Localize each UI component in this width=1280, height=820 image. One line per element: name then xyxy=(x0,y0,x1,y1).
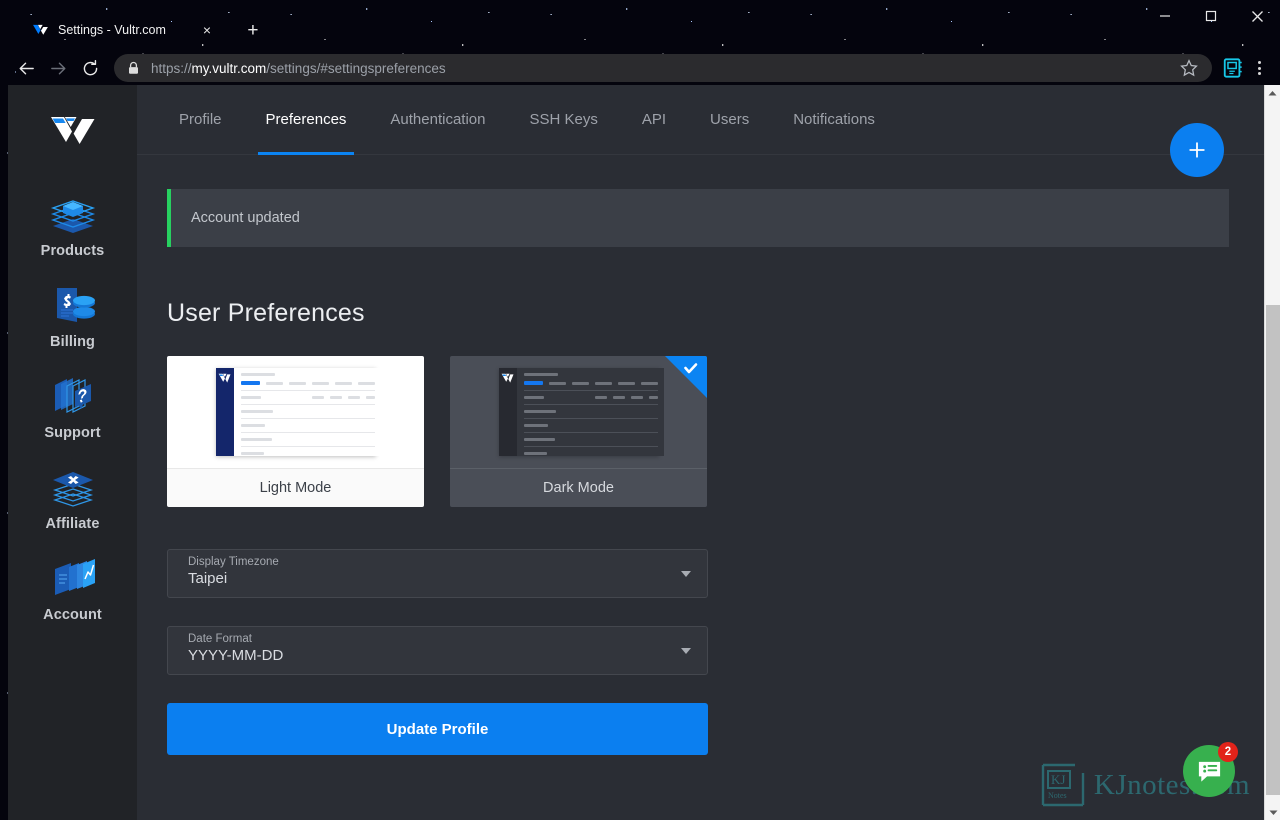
preferences-content: Account updated User Preferences Light M… xyxy=(137,155,1272,755)
theme-card-light-mode[interactable]: Light Mode xyxy=(167,356,424,507)
sidebar-item-label: Support xyxy=(44,425,101,441)
tab-profile[interactable]: Profile xyxy=(157,85,244,155)
scroll-down-arrow[interactable] xyxy=(1265,804,1280,820)
forward-button[interactable] xyxy=(42,52,74,84)
kebab-menu-icon[interactable] xyxy=(1248,61,1270,75)
scrollbar-thumb[interactable] xyxy=(1266,305,1280,795)
tab-notifications[interactable]: Notifications xyxy=(771,85,897,155)
sidebar-item-affiliate[interactable]: Affiliate xyxy=(8,453,137,544)
sidebar-item-products[interactable]: Products xyxy=(8,180,137,271)
field-label: Display Timezone xyxy=(188,556,279,568)
sidebar-item-support[interactable]: Support xyxy=(8,362,137,453)
close-window-button[interactable] xyxy=(1234,0,1280,32)
layers-cube-icon xyxy=(50,200,95,233)
theme-card-dark-mode[interactable]: Dark Mode xyxy=(450,356,707,507)
extension-icon[interactable] xyxy=(1218,57,1248,79)
tab-authentication[interactable]: Authentication xyxy=(368,85,507,155)
plus-icon xyxy=(1189,142,1205,158)
sidebar-item-label: Billing xyxy=(50,334,95,350)
svg-text:KJ: KJ xyxy=(1051,772,1065,787)
add-button[interactable] xyxy=(1170,123,1224,177)
close-tab-button[interactable]: × xyxy=(197,20,217,40)
url-text: https://my.vultr.com/settings/#settingsp… xyxy=(151,60,446,76)
chevron-down-icon xyxy=(681,571,691,577)
cards-chart-icon xyxy=(54,559,95,595)
lock-icon xyxy=(127,61,140,75)
field-label: Date Format xyxy=(188,633,252,645)
reload-button[interactable] xyxy=(74,52,106,84)
browser-tab[interactable]: Settings - Vultr.com × xyxy=(28,13,225,47)
page-title: User Preferences xyxy=(167,299,365,327)
browser-tab-strip: Settings - Vultr.com × + xyxy=(0,0,1280,47)
question-bubble-icon xyxy=(54,378,91,413)
theme-preview-light xyxy=(167,356,424,468)
browser-window: Settings - Vultr.com × + https://my.vult… xyxy=(0,0,1280,820)
tab-api[interactable]: API xyxy=(620,85,688,155)
window-controls xyxy=(1142,0,1280,32)
status-banner-text: Account updated xyxy=(191,210,300,226)
chat-bubble-icon xyxy=(1198,761,1220,782)
maximize-button[interactable] xyxy=(1188,0,1234,32)
tab-users[interactable]: Users xyxy=(688,85,771,155)
browser-toolbar: https://my.vultr.com/settings/#settingsp… xyxy=(0,47,1280,89)
sidebar-item-label: Products xyxy=(40,243,105,259)
chat-unread-badge: 2 xyxy=(1218,742,1238,762)
chat-widget-button[interactable]: 2 xyxy=(1183,742,1238,797)
vultr-mini-logo xyxy=(218,373,231,383)
invoice-coins-icon xyxy=(56,288,95,322)
field-value: Taipei xyxy=(188,570,228,587)
theme-card-label: Light Mode xyxy=(167,468,424,507)
svg-text:Notes: Notes xyxy=(1048,791,1067,800)
chevron-down-icon xyxy=(681,648,691,654)
tab-preferences[interactable]: Preferences xyxy=(244,85,369,155)
theme-card-label: Dark Mode xyxy=(450,468,707,507)
update-profile-button[interactable]: Update Profile xyxy=(167,703,708,755)
page-scrollbar[interactable] xyxy=(1264,85,1280,820)
sidebar-item-account[interactable]: Account xyxy=(8,544,137,635)
theme-selector: Light Mode Dark Mode xyxy=(167,356,1272,507)
page-viewport: Products Billing Support Affiliate Accou… xyxy=(8,85,1272,820)
date-format-select[interactable]: Date Format YYYY-MM-DD xyxy=(167,626,708,675)
app-sidebar: Products Billing Support Affiliate Accou… xyxy=(8,85,137,820)
main-panel: Profile Preferences Authentication SSH K… xyxy=(137,85,1272,820)
selected-ribbon xyxy=(665,356,707,398)
sidebar-item-label: Account xyxy=(43,607,102,623)
status-banner: Account updated xyxy=(167,189,1229,247)
sidebar-item-label: Affiliate xyxy=(45,516,100,532)
vultr-favicon xyxy=(33,24,48,35)
scroll-up-arrow[interactable] xyxy=(1265,85,1280,101)
browser-tab-title: Settings - Vultr.com xyxy=(58,23,166,37)
vultr-mini-logo xyxy=(501,373,514,383)
star-icon[interactable] xyxy=(1176,59,1202,77)
display-timezone-select[interactable]: Display Timezone Taipei xyxy=(167,549,708,598)
minimize-button[interactable] xyxy=(1142,0,1188,32)
settings-tabs: Profile Preferences Authentication SSH K… xyxy=(137,85,1272,155)
tab-ssh-keys[interactable]: SSH Keys xyxy=(507,85,619,155)
new-tab-button[interactable]: + xyxy=(241,18,265,42)
layers-x-icon xyxy=(52,472,93,507)
address-bar[interactable]: https://my.vultr.com/settings/#settingsp… xyxy=(114,54,1212,82)
sidebar-item-billing[interactable]: Billing xyxy=(8,271,137,362)
back-button[interactable] xyxy=(10,52,42,84)
vultr-logo[interactable] xyxy=(49,115,97,154)
field-value: YYYY-MM-DD xyxy=(188,647,284,664)
preferences-form: Display Timezone Taipei Date Format YYYY… xyxy=(167,549,1272,755)
kjnotes-logo-icon: KJ Notes xyxy=(1041,763,1085,807)
